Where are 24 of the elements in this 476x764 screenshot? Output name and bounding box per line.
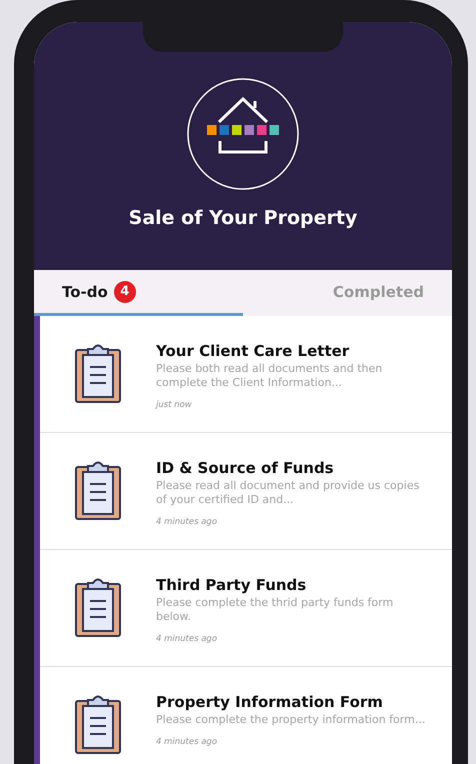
task-description: Please both read all documents and then complete the Client Information...	[156, 362, 384, 390]
task-title: Third Party Funds	[156, 576, 308, 594]
task-item[interactable]: Third Party Funds Please complete the thrid party funds form below. 4 minutes ago	[40, 550, 452, 667]
task-title: Property Information Form	[156, 693, 384, 711]
clipboard-icon	[74, 459, 122, 521]
clipboard-icon	[74, 342, 122, 404]
clipboard-icon	[74, 693, 122, 755]
task-description: Please read all document and provide us copies of your certified ID and...	[156, 479, 420, 507]
task-time: 4 minutes ago	[156, 634, 218, 644]
task-item[interactable]: Your Client Care Letter Please both read all documents and then complete the Client Information... just now	[40, 316, 452, 433]
tab[interactable]: To-do 4	[34, 270, 243, 316]
task-description: Please complete the thrid party funds form below.	[156, 596, 394, 624]
clipboard-icon	[74, 576, 122, 638]
task-time: just now	[156, 400, 193, 410]
task-description: Please complete the property information form...	[156, 713, 426, 727]
page-title: Sale of Your Property	[128, 207, 358, 229]
task-time: 4 minutes ago	[156, 517, 218, 527]
count-badge: 4	[114, 280, 136, 302]
house-logo-icon	[186, 77, 300, 191]
task-item[interactable]: Property Information Form Please complete the property information form... 4 minutes ago	[40, 667, 452, 764]
task-time: 4 minutes ago	[156, 737, 218, 747]
task-title: Your Client Care Letter	[156, 342, 350, 360]
task-item[interactable]: ID & Source of Funds Please read all document and provide us copies of your certified ID and... 4 minutes ago	[40, 433, 452, 550]
task-title: ID & Source of Funds	[156, 459, 335, 477]
